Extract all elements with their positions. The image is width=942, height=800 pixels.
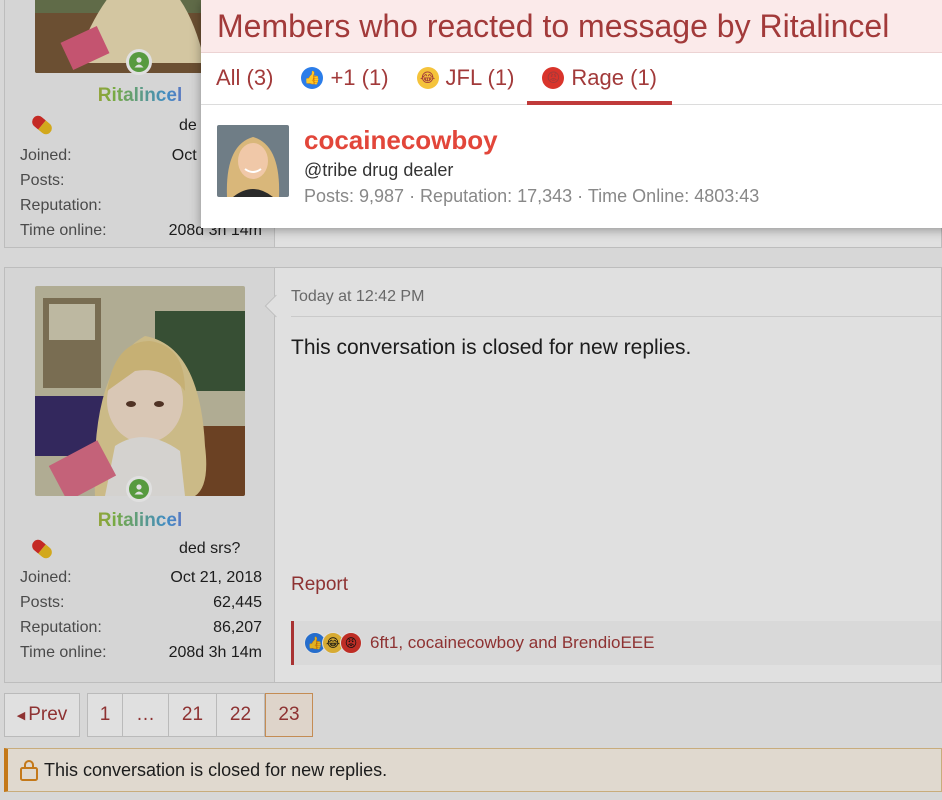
reactions-modal: Members who reacted to message by Ritali… [201, 0, 942, 228]
tab-jfl[interactable]: 😂 JFL (1) [416, 52, 514, 104]
modal-title: Members who reacted to message by Ritali… [217, 7, 890, 44]
member-stats: Posts: 9,987 · Reputation: 17,343 · Time… [304, 186, 760, 206]
member-row: cocainecowboy @tribe drug dealer Posts: … [201, 105, 942, 227]
thumbs-up-icon: 👍 [301, 67, 324, 89]
tab-plus-one[interactable]: 👍 +1 (1) [301, 52, 389, 104]
tab-all[interactable]: All (3) [216, 52, 273, 104]
member-title: @tribe drug dealer [304, 160, 454, 180]
rage-icon: 😡 [542, 67, 565, 89]
crying-laugh-icon: 😂 [416, 67, 439, 89]
tab-rage[interactable]: 😡 Rage (1) [527, 52, 672, 105]
member-avatar[interactable] [217, 125, 289, 197]
member-name[interactable]: cocainecowboy [304, 125, 498, 156]
modal-header: Members who reacted to message by Ritali… [201, 0, 942, 53]
reaction-tabs: All (3) 👍 +1 (1) 😂 JFL (1) 😡 Rage (1) [201, 53, 942, 105]
